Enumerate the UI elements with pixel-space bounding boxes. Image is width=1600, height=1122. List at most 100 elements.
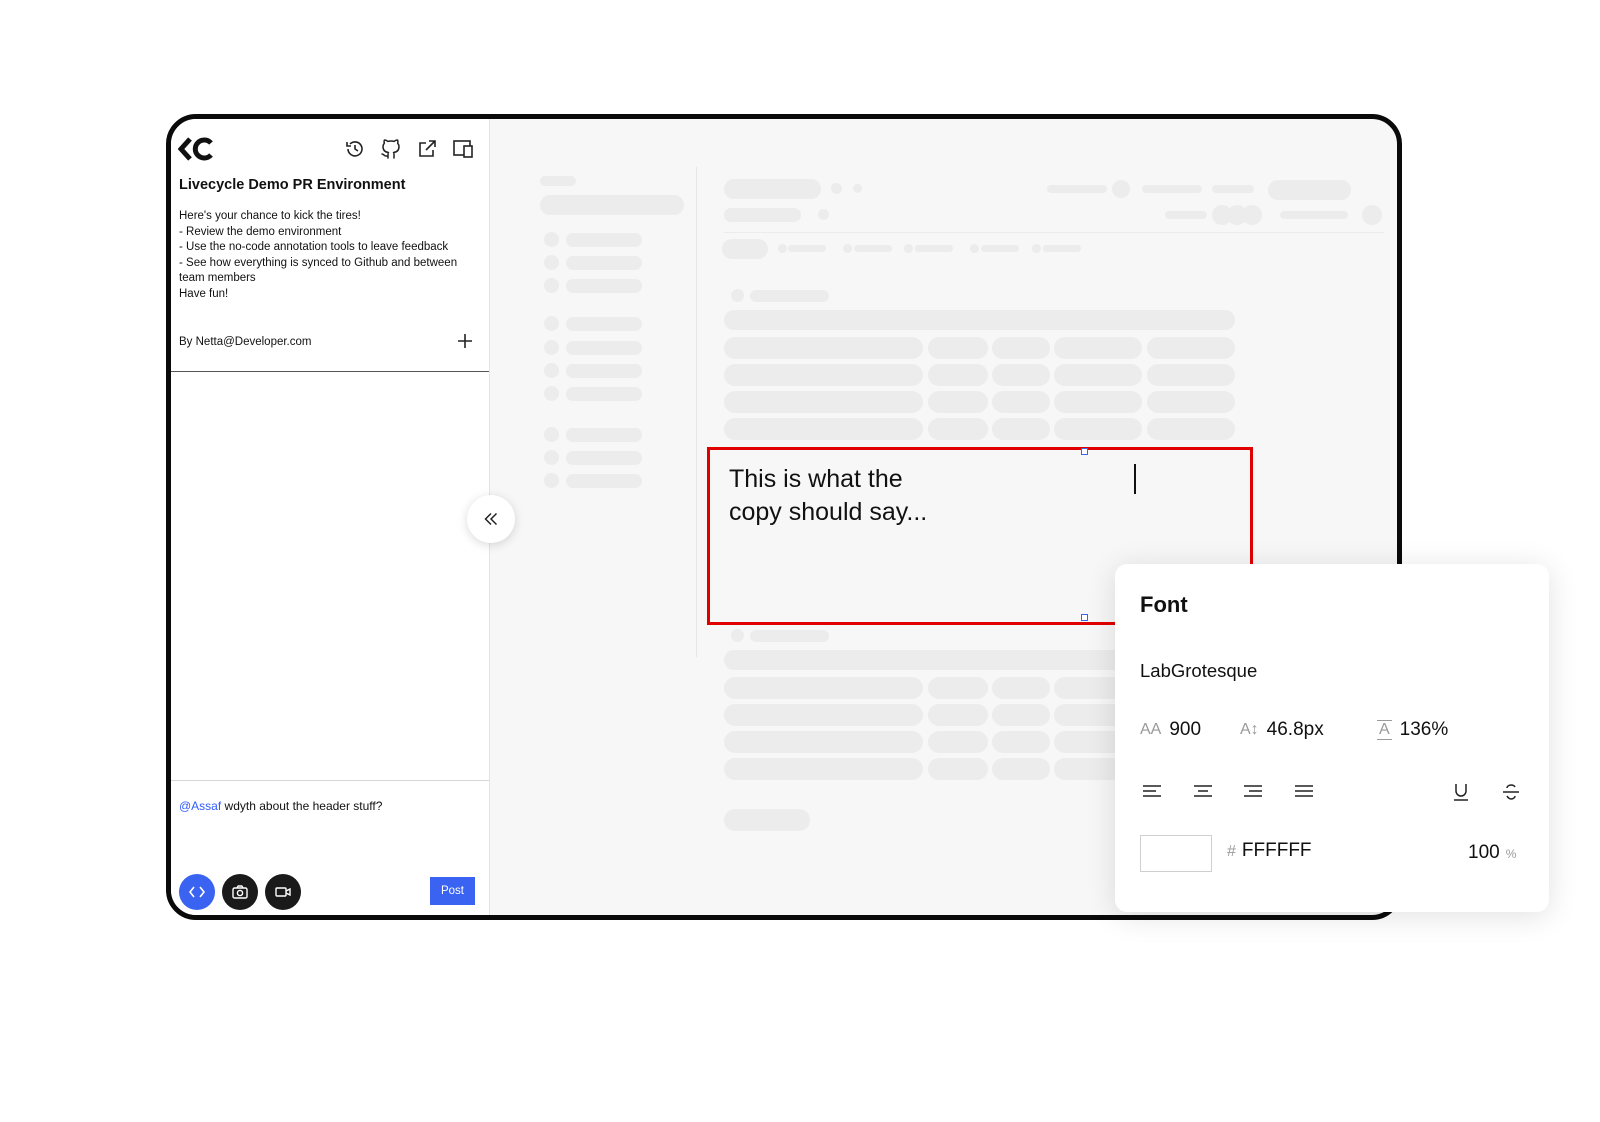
color-hex-value[interactable]: FFFFFF — [1242, 840, 1312, 861]
skeleton-dot — [731, 289, 744, 302]
font-weight-field[interactable]: AA 900 — [1140, 719, 1201, 741]
align-right-icon[interactable] — [1241, 780, 1265, 804]
comment-composer[interactable]: @Assaf wdyth about the header stuff? Pos… — [171, 780, 489, 915]
skeleton-bar — [1043, 245, 1081, 252]
skeleton-bar — [566, 451, 642, 465]
skeleton-bar — [1142, 185, 1202, 193]
skeleton-cell — [1147, 418, 1235, 440]
skeleton-dot — [1362, 205, 1382, 225]
font-family-select[interactable]: LabGrotesque — [1140, 660, 1257, 682]
add-icon[interactable] — [454, 330, 476, 352]
description-line: - Review the demo environment — [179, 225, 342, 238]
skeleton-bar — [1165, 211, 1207, 219]
font-panel: Font LabGrotesque AA 900 A↕ 46.8px A 136… — [1115, 564, 1549, 912]
skeleton-cell — [928, 704, 988, 726]
skeleton-cell — [928, 391, 988, 413]
skeleton-dot — [1242, 205, 1262, 225]
skeleton-dot — [544, 340, 559, 355]
skeleton-cell — [992, 758, 1050, 780]
skeleton-bar — [566, 233, 642, 247]
header-divider — [724, 232, 1384, 233]
skeleton-cell — [724, 418, 923, 440]
skeleton-cell — [1147, 337, 1235, 359]
sidebar: Livecycle Demo PR Environment Here's you… — [171, 119, 490, 915]
comment-input[interactable]: @Assaf wdyth about the header stuff? — [179, 799, 382, 813]
collapse-sidebar-button[interactable] — [467, 495, 515, 543]
skeleton-cell — [928, 758, 988, 780]
opacity-value[interactable]: 100 — [1468, 842, 1500, 863]
line-height-field[interactable]: A 136% — [1377, 719, 1448, 741]
skeleton-dot — [544, 278, 559, 293]
code-button[interactable] — [179, 874, 215, 910]
skeleton-bar — [750, 630, 829, 642]
annotation-text[interactable]: This is what the copy should say... — [729, 463, 1029, 529]
color-swatch[interactable] — [1140, 835, 1212, 872]
skeleton-bar — [566, 341, 642, 355]
underline-icon[interactable] — [1449, 780, 1473, 804]
livecycle-logo — [177, 136, 214, 162]
skeleton-cell — [724, 758, 923, 780]
screenshot-button[interactable] — [222, 874, 258, 910]
skeleton-bar — [788, 245, 826, 252]
skeleton-bar — [566, 387, 642, 401]
skeleton-dot — [853, 184, 862, 193]
skeleton-bar — [1268, 180, 1351, 200]
video-button[interactable] — [265, 874, 301, 910]
github-icon[interactable] — [379, 137, 403, 161]
text-cursor — [1134, 464, 1136, 494]
skeleton-bar — [566, 256, 642, 270]
skeleton-bar — [724, 208, 801, 222]
skeleton-bar — [1047, 185, 1107, 193]
environment-description: Here's your chance to kick the tires! - … — [179, 209, 459, 302]
resize-handle[interactable] — [1081, 448, 1088, 455]
skeleton-cell — [724, 677, 923, 699]
skeleton-dot — [544, 255, 559, 270]
skeleton-dot — [843, 244, 852, 253]
line-height-value[interactable]: 136% — [1400, 719, 1449, 741]
description-line: - See how everything is synced to Github… — [179, 256, 458, 285]
align-center-icon[interactable] — [1191, 780, 1215, 804]
skeleton-cell — [992, 391, 1050, 413]
skeleton-bar — [724, 310, 1235, 330]
mention-tag[interactable]: @Assaf — [179, 799, 221, 813]
font-size-value[interactable]: 46.8px — [1267, 719, 1324, 741]
annotation-line: copy should say... — [729, 498, 928, 526]
double-chevron-left-icon — [484, 512, 498, 526]
skeleton-cell — [1054, 337, 1142, 359]
opacity-field[interactable]: 100% — [1468, 842, 1516, 864]
skeleton-cell — [928, 731, 988, 753]
skeleton-cell — [992, 364, 1050, 386]
font-weight-icon: AA — [1140, 721, 1162, 738]
history-icon[interactable] — [343, 137, 367, 161]
skeleton-cell — [992, 731, 1050, 753]
skeleton-bar — [566, 364, 642, 378]
skeleton-dot — [831, 183, 842, 194]
skeleton-cell — [1054, 418, 1142, 440]
align-left-icon[interactable] — [1140, 780, 1164, 804]
environment-title: Livecycle Demo PR Environment — [179, 177, 406, 193]
color-hex-field[interactable]: # FFFFFF — [1227, 840, 1312, 862]
skeleton-dot — [904, 244, 913, 253]
font-size-field[interactable]: A↕ 46.8px — [1240, 719, 1324, 741]
video-icon — [275, 887, 291, 897]
skeleton-cell — [992, 677, 1050, 699]
external-link-icon[interactable] — [415, 137, 439, 161]
strikethrough-icon[interactable] — [1499, 780, 1523, 804]
skeleton-cell — [928, 364, 988, 386]
skeleton-cell — [724, 391, 923, 413]
font-panel-title: Font — [1140, 592, 1188, 617]
devices-icon[interactable] — [451, 137, 475, 161]
skeleton-cell — [928, 418, 988, 440]
resize-handle[interactable] — [1081, 614, 1088, 621]
skeleton-dot — [544, 473, 559, 488]
hash-label: # — [1227, 843, 1236, 860]
skeleton-bar — [566, 428, 642, 442]
post-button[interactable]: Post — [430, 877, 475, 905]
font-weight-value[interactable]: 900 — [1169, 719, 1201, 741]
skeleton-bar — [566, 279, 642, 293]
skeleton-cell — [992, 418, 1050, 440]
skeleton-cell — [992, 704, 1050, 726]
align-justify-icon[interactable] — [1292, 780, 1316, 804]
skeleton-cell — [1147, 364, 1235, 386]
skeleton-bar — [1280, 211, 1348, 219]
